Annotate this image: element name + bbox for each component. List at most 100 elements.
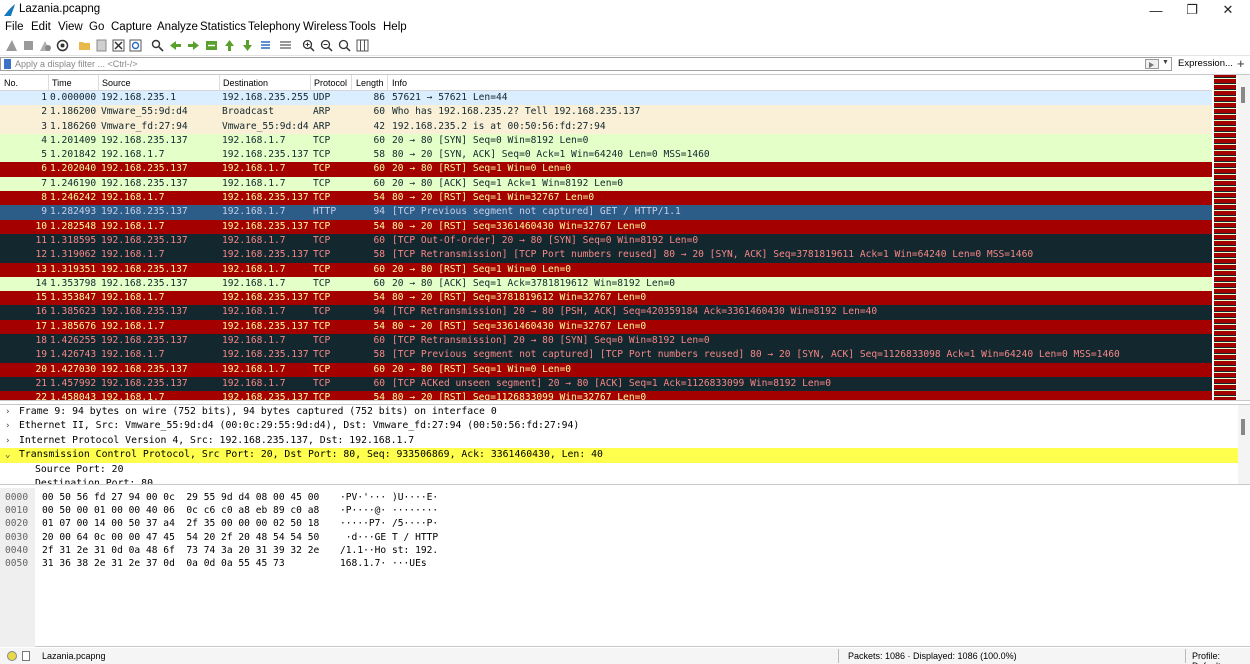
packet-no: 2	[41, 106, 47, 118]
packet-list-scrollbar[interactable]	[1238, 75, 1250, 400]
reload-file-icon[interactable]	[128, 38, 143, 53]
detail-tree-item[interactable]: Destination Port: 80	[0, 477, 1250, 484]
packet-time: 1.458043	[50, 392, 97, 401]
start-capture-icon[interactable]	[4, 38, 19, 53]
packet-row[interactable]: 4 1.201409 192.168.235.137 192.168.1.7 TCP 60…	[0, 133, 1212, 149]
menu-go[interactable]: Go	[89, 21, 104, 33]
packet-source: 192.168.1.7	[101, 292, 165, 304]
go-forward-icon[interactable]	[186, 38, 201, 53]
maximize-button[interactable]: ❐	[1174, 0, 1210, 20]
packet-row[interactable]: 6 1.202040 192.168.235.137 192.168.1.7 TCP 60…	[0, 162, 1212, 177]
save-file-icon[interactable]	[94, 38, 109, 53]
packet-row[interactable]: 16 1.385623 192.168.235.137 192.168.1.7 TCP 9…	[0, 305, 1212, 320]
find-packet-icon[interactable]	[150, 38, 165, 53]
menu-capture[interactable]: Capture	[111, 21, 152, 33]
status-profile[interactable]: Profile: Default	[1192, 651, 1250, 664]
packet-row[interactable]: 14 1.353798 192.168.235.137 192.168.1.7 TCP 6…	[0, 276, 1212, 292]
packet-protocol: TCP	[313, 134, 331, 146]
column-header-protocol[interactable]: Protocol	[314, 78, 347, 88]
menu-file[interactable]: File	[5, 21, 24, 33]
detail-tree-item[interactable]: ⌄ Transmission Control Protocol, Src Port…	[0, 448, 1238, 463]
packet-row[interactable]: 5 1.201842 192.168.1.7 192.168.235.137 TCP 58…	[0, 148, 1212, 163]
column-header-destination[interactable]: Destination	[223, 78, 268, 88]
open-file-icon[interactable]	[77, 38, 92, 53]
bookmark-icon[interactable]	[4, 59, 11, 69]
packet-row[interactable]: 22 1.458043 192.168.1.7 192.168.235.137 TCP 5…	[0, 391, 1212, 401]
restart-capture-icon[interactable]	[38, 38, 53, 53]
display-filter-input[interactable]: Apply a display filter ... <Ctrl-/> ▼	[0, 57, 1172, 71]
packet-source: 192.168.1.7	[101, 320, 165, 332]
display-filter-bar: Apply a display filter ... <Ctrl-/> ▼ Ex…	[0, 56, 1250, 71]
menu-telephony[interactable]: Telephony	[248, 21, 300, 33]
packet-source: 192.168.1.7	[101, 192, 165, 204]
zoom-in-icon[interactable]	[301, 38, 316, 53]
stop-capture-icon[interactable]	[21, 38, 36, 53]
column-header-info[interactable]: Info	[392, 78, 407, 88]
column-header-length[interactable]: Length	[356, 78, 384, 88]
autoscroll-icon[interactable]	[258, 38, 273, 53]
resize-columns-icon[interactable]	[355, 38, 370, 53]
capture-comment-icon[interactable]	[22, 651, 30, 661]
packet-info: 80 → 20 [RST] Seq=1 Win=32767 Len=0	[392, 192, 595, 204]
close-button[interactable]: ✕	[1210, 0, 1246, 20]
go-to-packet-icon[interactable]	[204, 38, 219, 53]
packet-row[interactable]: 9 1.282493 192.168.235.137 192.168.1.7 HTTP 9…	[0, 205, 1212, 220]
detail-tree-item[interactable]: › Ethernet II, Src: Vmware_55:9d:d4 (00:0…	[0, 419, 1250, 433]
packet-minimap[interactable]	[1214, 75, 1236, 400]
column-header-source[interactable]: Source	[102, 78, 131, 88]
menu-wireless[interactable]: Wireless	[303, 21, 347, 33]
apply-filter-arrow-icon[interactable]	[1145, 59, 1159, 69]
detail-tree-item[interactable]: › Internet Protocol Version 4, Src: 192.1…	[0, 434, 1250, 448]
packet-row[interactable]: 15 1.353847 192.168.1.7 192.168.235.137 TCP 5…	[0, 291, 1212, 306]
packet-row[interactable]: 21 1.457992 192.168.235.137 192.168.1.7 TCP 6…	[0, 376, 1212, 392]
packet-row[interactable]: 11 1.318595 192.168.235.137 192.168.1.7 TCP 6…	[0, 233, 1212, 249]
packet-row[interactable]: 3 1.186260 Vmware_fd:27:94 Vmware_55:9d:d4 A…	[0, 119, 1212, 134]
status-file-name: Lazania.pcapng	[42, 651, 106, 661]
packet-no: 15	[35, 292, 47, 304]
packet-info: 20 → 80 [RST] Seq=1 Win=0 Len=0	[392, 363, 572, 375]
packet-row[interactable]: 8 1.246242 192.168.1.7 192.168.235.137 TCP 54…	[0, 191, 1212, 206]
menu-analyze[interactable]: Analyze	[157, 21, 198, 33]
packet-length: 60	[373, 177, 385, 189]
expression-button[interactable]: Expression...	[1178, 58, 1233, 69]
packet-row[interactable]: 13 1.319351 192.168.235.137 192.168.1.7 TCP 6…	[0, 262, 1212, 277]
go-first-icon[interactable]	[222, 38, 237, 53]
column-header-no[interactable]: No.	[4, 78, 18, 88]
packet-row[interactable]: 19 1.426743 192.168.1.7 192.168.235.137 TCP 5…	[0, 348, 1212, 363]
packet-row[interactable]: 20 1.427030 192.168.235.137 192.168.1.7 TCP 6…	[0, 362, 1212, 377]
filter-history-dropdown-icon[interactable]: ▼	[1162, 59, 1169, 66]
capture-options-icon[interactable]	[55, 38, 70, 53]
packet-protocol: ARP	[313, 120, 331, 132]
go-back-icon[interactable]	[168, 38, 183, 53]
add-filter-button[interactable]: +	[1237, 56, 1245, 71]
normal-size-icon[interactable]	[337, 38, 352, 53]
colorize-icon[interactable]	[278, 38, 293, 53]
menu-edit[interactable]: Edit	[31, 21, 51, 33]
menu-help[interactable]: Help	[383, 21, 407, 33]
packet-row[interactable]: 1 0.000000 192.168.235.1 192.168.235.255 UDP…	[0, 91, 1212, 106]
packet-length: 42	[373, 120, 385, 132]
minimize-button[interactable]: —	[1138, 0, 1174, 20]
packet-destination: 192.168.235.137	[222, 292, 309, 304]
packet-row[interactable]: 2 1.186200 Vmware_55:9d:d4 Broadcast ARP 60 Wh…	[0, 105, 1212, 120]
expand-arrow-icon[interactable]: ›	[5, 434, 10, 448]
expand-arrow-icon[interactable]: ›	[5, 405, 10, 419]
go-last-icon[interactable]	[240, 38, 255, 53]
packet-row[interactable]: 12 1.319062 192.168.1.7 192.168.235.137 TCP 5…	[0, 248, 1212, 263]
packet-row[interactable]: 18 1.426255 192.168.235.137 192.168.1.7 TCP 6…	[0, 334, 1212, 349]
menu-statistics[interactable]: Statistics	[200, 21, 246, 33]
menu-tools[interactable]: Tools	[349, 21, 376, 33]
details-scrollbar[interactable]	[1238, 405, 1250, 484]
menu-view[interactable]: View	[58, 21, 83, 33]
packet-row[interactable]: 10 1.282548 192.168.1.7 192.168.235.137 TCP 5…	[0, 219, 1212, 234]
packet-row[interactable]: 17 1.385676 192.168.1.7 192.168.235.137 TCP 5…	[0, 319, 1212, 335]
packet-row[interactable]: 7 1.246190 192.168.235.137 192.168.1.7 TCP 60…	[0, 176, 1212, 192]
packet-info: [TCP Retransmission] [TCP Port numbers r…	[392, 249, 1034, 261]
column-header-time[interactable]: Time	[52, 78, 72, 88]
expand-arrow-icon[interactable]: ›	[5, 419, 10, 433]
detail-tree-item[interactable]: Source Port: 20	[0, 463, 1250, 477]
close-file-icon[interactable]	[111, 38, 126, 53]
zoom-out-icon[interactable]	[319, 38, 334, 53]
detail-tree-item[interactable]: › Frame 9: 94 bytes on wire (752 bits), 9…	[0, 405, 1250, 419]
collapse-arrow-icon[interactable]: ⌄	[5, 448, 10, 462]
